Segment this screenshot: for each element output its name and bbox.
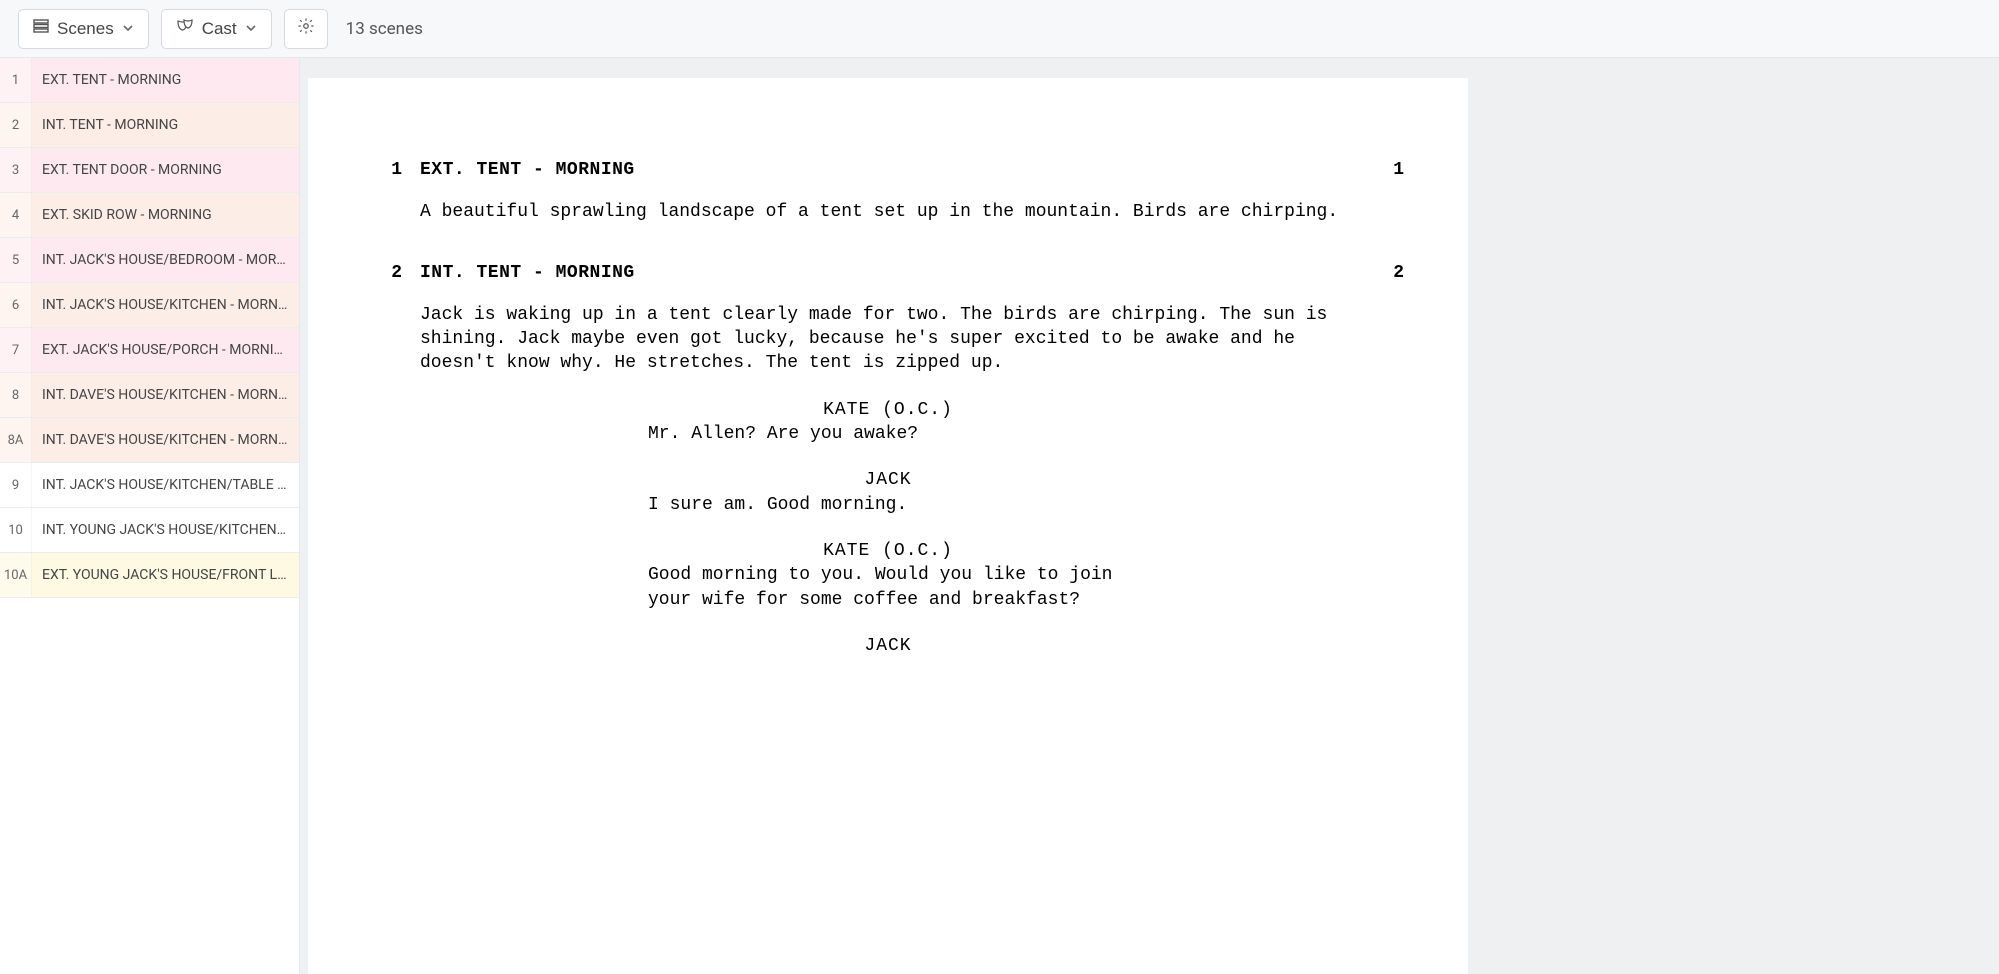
character-name: JACK	[420, 634, 1356, 658]
scene-title: INT. DAVE'S HOUSE/KITCHEN - MORNING	[32, 387, 299, 403]
main: 1EXT. TENT - MORNING2INT. TENT - MORNING…	[0, 58, 1999, 974]
sidebar-scene-row[interactable]: 9INT. JACK'S HOUSE/KITCHEN/TABLE - DAY	[0, 463, 299, 508]
scene-number: 2	[0, 103, 32, 147]
sidebar-scene-row[interactable]: 5INT. JACK'S HOUSE/BEDROOM - MORNING	[0, 238, 299, 283]
action-text: Jack is waking up in a tent clearly made…	[420, 303, 1356, 376]
scene-title: INT. JACK'S HOUSE/KITCHEN/TABLE - DAY	[32, 477, 299, 493]
scene-title: EXT. TENT - MORNING	[32, 72, 191, 88]
scene-count: 13 scenes	[346, 19, 423, 39]
settings-button[interactable]	[284, 9, 328, 49]
sidebar-scene-row[interactable]: 10INT. YOUNG JACK'S HOUSE/KITCHEN/TABLE …	[0, 508, 299, 553]
scene-title: EXT. SKID ROW - MORNING	[32, 207, 222, 223]
masks-icon	[176, 18, 194, 39]
scene-number: 5	[0, 238, 32, 282]
scene-number: 9	[0, 463, 32, 507]
sidebar-scene-row[interactable]: 7EXT. JACK'S HOUSE/PORCH - MORNING	[0, 328, 299, 373]
toolbar: Scenes Cast 13 scenes	[0, 0, 1999, 58]
scene-number: 7	[0, 328, 32, 372]
scene-title: INT. JACK'S HOUSE/BEDROOM - MORNING	[32, 252, 299, 268]
dialogue-block: KATE (O.C.)Good morning to you. Would yo…	[420, 539, 1356, 612]
cast-dropdown[interactable]: Cast	[161, 9, 272, 49]
chevron-down-icon	[122, 19, 134, 39]
slugline-text: INT. TENT - MORNING	[420, 261, 1356, 285]
scene-number: 6	[0, 283, 32, 327]
scene-number: 3	[0, 148, 32, 192]
scenes-dropdown[interactable]: Scenes	[18, 9, 149, 49]
scene-number-left: 1	[372, 158, 420, 182]
scene-title: INT. YOUNG JACK'S HOUSE/KITCHEN/TABLE - …	[32, 522, 299, 538]
dialogue-text: Good morning to you. Would you like to j…	[648, 563, 1128, 612]
character-name: KATE (O.C.)	[420, 398, 1356, 422]
sidebar-scene-row[interactable]: 6INT. JACK'S HOUSE/KITCHEN - MORNING	[0, 283, 299, 328]
scene-number: 10	[0, 508, 32, 552]
gear-icon	[297, 17, 315, 40]
scene-number-left: 2	[372, 261, 420, 285]
chevron-down-icon	[245, 19, 257, 39]
sidebar-scene-row[interactable]: 2INT. TENT - MORNING	[0, 103, 299, 148]
scene-sidebar[interactable]: 1EXT. TENT - MORNING2INT. TENT - MORNING…	[0, 58, 300, 974]
scene-title: EXT. YOUNG JACK'S HOUSE/FRONT LAWN - D…	[32, 567, 299, 583]
script-scene: 1EXT. TENT - MORNING1A beautiful sprawli…	[372, 158, 1404, 225]
dialogue-block: JACKI sure am. Good morning.	[420, 468, 1356, 517]
script-scene: 2INT. TENT - MORNING2Jack is waking up i…	[372, 261, 1404, 659]
slugline: 2INT. TENT - MORNING2	[372, 261, 1404, 285]
scene-number-right: 1	[1356, 158, 1404, 182]
scene-title: EXT. JACK'S HOUSE/PORCH - MORNING	[32, 342, 299, 358]
dialogue-block: JACK	[420, 634, 1356, 658]
sidebar-scene-row[interactable]: 8AINT. DAVE'S HOUSE/KITCHEN - MORNING	[0, 418, 299, 463]
character-name: JACK	[420, 468, 1356, 492]
sidebar-scene-row[interactable]: 4EXT. SKID ROW - MORNING	[0, 193, 299, 238]
scene-number: 4	[0, 193, 32, 237]
scenes-label: Scenes	[57, 19, 114, 39]
scene-number: 8	[0, 373, 32, 417]
script-viewport[interactable]: 1EXT. TENT - MORNING1A beautiful sprawli…	[300, 58, 1999, 974]
scene-number: 8A	[0, 418, 32, 462]
sidebar-scene-row[interactable]: 10AEXT. YOUNG JACK'S HOUSE/FRONT LAWN - …	[0, 553, 299, 598]
slugline: 1EXT. TENT - MORNING1	[372, 158, 1404, 182]
scene-title: INT. JACK'S HOUSE/KITCHEN - MORNING	[32, 297, 299, 313]
scene-title: EXT. TENT DOOR - MORNING	[32, 162, 232, 178]
list-icon	[33, 18, 49, 39]
dialogue-text: Mr. Allen? Are you awake?	[648, 422, 1128, 446]
cast-label: Cast	[202, 19, 237, 39]
scene-number-right: 2	[1356, 261, 1404, 285]
sidebar-scene-row[interactable]: 1EXT. TENT - MORNING	[0, 58, 299, 103]
scene-title: INT. TENT - MORNING	[32, 117, 188, 133]
scene-title: INT. DAVE'S HOUSE/KITCHEN - MORNING	[32, 432, 299, 448]
scene-number: 1	[0, 58, 32, 102]
sidebar-scene-row[interactable]: 8INT. DAVE'S HOUSE/KITCHEN - MORNING	[0, 373, 299, 418]
sidebar-scene-row[interactable]: 3EXT. TENT DOOR - MORNING	[0, 148, 299, 193]
character-name: KATE (O.C.)	[420, 539, 1356, 563]
action-text: A beautiful sprawling landscape of a ten…	[420, 200, 1356, 224]
dialogue-block: KATE (O.C.)Mr. Allen? Are you awake?	[420, 398, 1356, 447]
script-page: 1EXT. TENT - MORNING1A beautiful sprawli…	[308, 78, 1468, 974]
dialogue-text: I sure am. Good morning.	[648, 493, 1128, 517]
slugline-text: EXT. TENT - MORNING	[420, 158, 1356, 182]
scene-number: 10A	[0, 553, 32, 597]
